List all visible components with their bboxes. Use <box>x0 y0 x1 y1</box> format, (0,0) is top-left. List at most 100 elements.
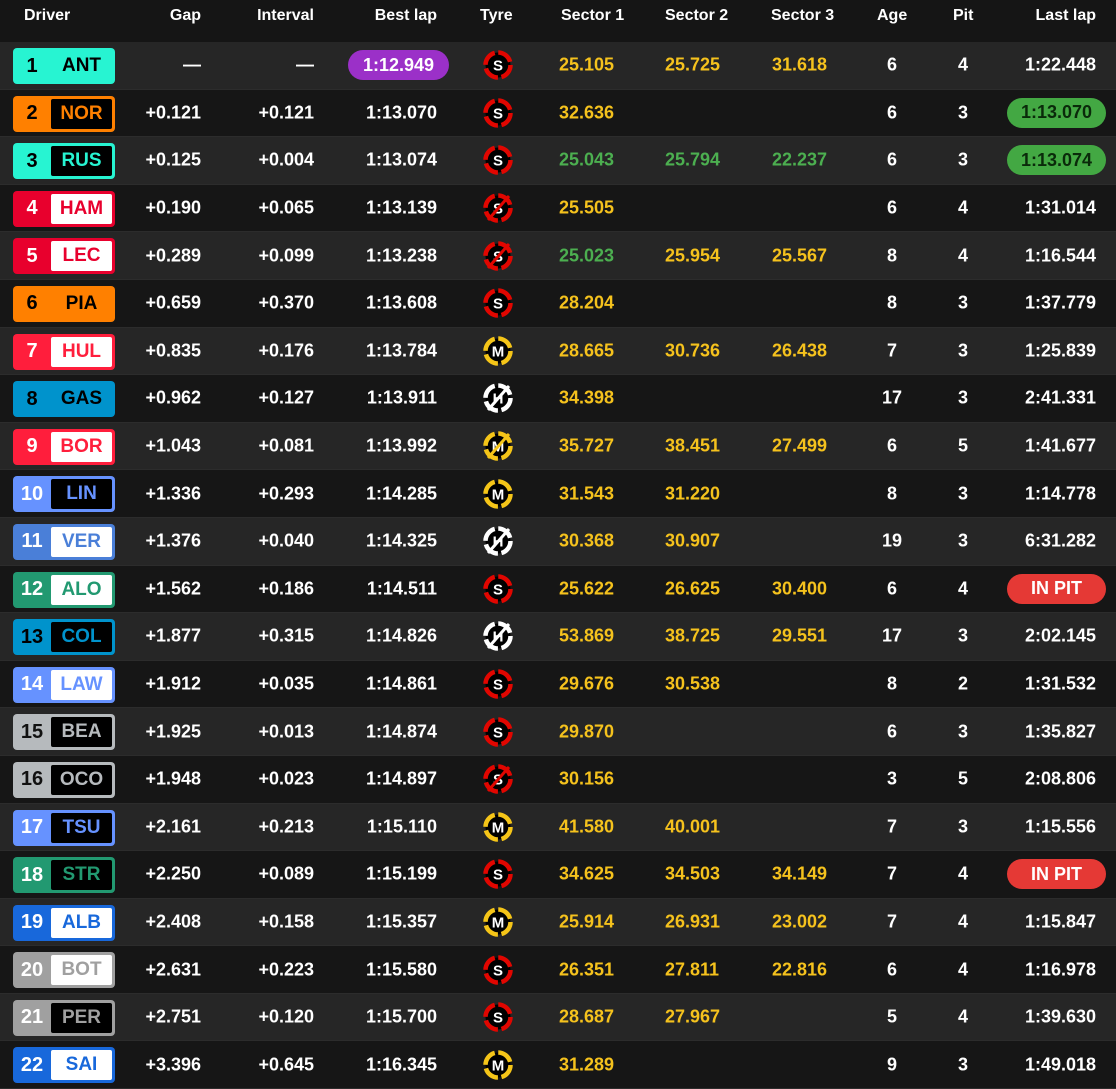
sector1-value: 41.580 <box>559 816 615 837</box>
driver-badge[interactable]: 4 HAM <box>13 190 115 227</box>
sector3-value: 34.149 <box>772 863 828 884</box>
table-row[interactable]: 22 SAI +3.396 +0.645 1:16.345 M 31.289 9 3 1:49.0… <box>0 1041 1116 1089</box>
driver-badge[interactable]: 7 HUL <box>13 333 115 370</box>
driver-badge[interactable]: 15 BEA <box>13 714 115 751</box>
header-interval[interactable]: Interval <box>257 7 314 25</box>
driver-code: VER <box>51 526 112 557</box>
table-row[interactable]: 7 HUL +0.835 +0.176 1:13.784 M 28.665 30.736 26.… <box>0 327 1116 376</box>
driver-badge[interactable]: 20 BOT <box>13 952 115 989</box>
driver-badge[interactable]: 16 OCO <box>13 761 115 798</box>
table-row[interactable]: 4 HAM +0.190 +0.065 1:13.139 S 25.505 6 4 1:31.01… <box>0 184 1116 233</box>
sector2-value: 34.503 <box>665 863 721 884</box>
last-lap-value: 1:31.532 <box>1024 673 1096 694</box>
header-sector1[interactable]: Sector 1 <box>561 7 624 25</box>
table-row[interactable]: 6 PIA +0.659 +0.370 1:13.608 S 28.204 8 3 1:37.77… <box>0 279 1116 328</box>
pit-count-value: 3 <box>957 816 968 837</box>
medium-tyre-icon: M <box>483 1050 513 1080</box>
driver-code: TSU <box>51 812 112 843</box>
interval-value: +0.120 <box>258 1006 314 1027</box>
driver-badge[interactable]: 9 BOR <box>13 428 115 465</box>
table-row[interactable]: 1 ANT — — 1:12.949 S 25.105 25.725 31.618 6 4 1:22.… <box>0 42 1116 90</box>
driver-badge[interactable]: 14 LAW <box>13 666 115 703</box>
table-row[interactable]: 16 OCO +1.948 +0.023 1:14.897 S 30.156 3 5 2:08.8… <box>0 755 1116 804</box>
header-driver[interactable]: Driver <box>24 7 70 25</box>
driver-badge[interactable]: 5 LEC <box>13 238 115 275</box>
hard-tyre-icon: H <box>483 621 513 652</box>
sector1-value: 28.665 <box>559 340 615 361</box>
driver-badge[interactable]: 17 TSU <box>13 809 115 846</box>
last-lap-value: 1:39.630 <box>1024 1006 1096 1027</box>
driver-badge[interactable]: 12 ALO <box>13 571 115 608</box>
position-number: 5 <box>26 244 38 267</box>
table-row[interactable]: 17 TSU +2.161 +0.213 1:15.110 M 41.580 40.001 7 3… <box>0 803 1116 852</box>
interval-value: +0.213 <box>258 816 314 837</box>
driver-badge[interactable]: 6 PIA <box>13 285 115 322</box>
header-pit[interactable]: Pit <box>953 7 973 25</box>
last-lap-value: 2:02.145 <box>1024 625 1096 646</box>
driver-badge[interactable]: 3 RUS <box>13 143 115 180</box>
last-lap-value: 1:25.839 <box>1024 340 1096 361</box>
header-last-lap[interactable]: Last lap <box>1036 7 1096 25</box>
header-sector2[interactable]: Sector 2 <box>665 7 728 25</box>
driver-badge[interactable]: 18 STR <box>13 857 115 894</box>
driver-badge[interactable]: 19 ALB <box>13 904 115 941</box>
header-age[interactable]: Age <box>877 7 907 25</box>
table-row[interactable]: 18 STR +2.250 +0.089 1:15.199 S 34.625 34.503 34… <box>0 851 1116 899</box>
tyre-age-value: 19 <box>881 530 903 551</box>
table-row[interactable]: 3 RUS +0.125 +0.004 1:13.074 S 25.043 25.794 22.… <box>0 137 1116 185</box>
tyre-age-value: 17 <box>881 387 903 408</box>
driver-badge[interactable]: 1 ANT <box>13 48 115 84</box>
position-number: 22 <box>20 1053 44 1076</box>
driver-badge[interactable]: 21 PER <box>13 999 115 1036</box>
pit-count-value: 5 <box>957 768 968 789</box>
gap-value: +1.043 <box>145 435 201 456</box>
driver-badge[interactable]: 8 GAS <box>13 381 115 418</box>
table-row[interactable]: 14 LAW +1.912 +0.035 1:14.861 S 29.676 30.538 8 2… <box>0 660 1116 709</box>
header-tyre[interactable]: Tyre <box>480 7 513 25</box>
driver-badge[interactable]: 13 COL <box>13 619 115 656</box>
driver-code: ANT <box>51 51 112 81</box>
header-sector3[interactable]: Sector 3 <box>771 7 834 25</box>
table-row[interactable]: 2 NOR +0.121 +0.121 1:13.070 S 32.636 6 3 1:13.07… <box>0 89 1116 138</box>
table-row[interactable]: 19 ALB +2.408 +0.158 1:15.357 M 25.914 26.931 23… <box>0 898 1116 947</box>
best-lap-value: 1:13.070 <box>365 102 437 123</box>
driver-code: GAS <box>51 384 112 415</box>
pit-count-value: 3 <box>957 530 968 551</box>
svg-text:M: M <box>492 343 505 360</box>
driver-code: LAW <box>51 669 112 700</box>
best-lap-value: 1:13.139 <box>365 197 437 218</box>
driver-badge[interactable]: 22 SAI <box>13 1047 115 1084</box>
sector2-value: 27.967 <box>665 1006 721 1027</box>
header-best-lap[interactable]: Best lap <box>375 7 437 25</box>
table-row[interactable]: 10 LIN +1.336 +0.293 1:14.285 M 31.543 31.220 8 3… <box>0 470 1116 518</box>
sector1-value: 25.505 <box>559 197 615 218</box>
gap-value: +2.751 <box>145 1006 201 1027</box>
table-row[interactable]: 15 BEA +1.925 +0.013 1:14.874 S 29.870 6 3 1:35.8… <box>0 708 1116 756</box>
driver-badge[interactable]: 2 NOR <box>13 95 115 132</box>
medium-tyre-icon: M <box>483 431 513 461</box>
soft-tyre-icon: S <box>483 288 513 319</box>
table-row[interactable]: 9 BOR +1.043 +0.081 1:13.992 M 35.727 38.451 27.… <box>0 422 1116 471</box>
gap-value: +0.835 <box>145 340 201 361</box>
header-gap[interactable]: Gap <box>170 7 201 25</box>
table-row[interactable]: 20 BOT +2.631 +0.223 1:15.580 S 26.351 27.811 22… <box>0 946 1116 994</box>
table-row[interactable]: 13 COL +1.877 +0.315 1:14.826 H 53.869 38.725 29… <box>0 613 1116 661</box>
best-lap-value: 1:14.874 <box>365 721 437 742</box>
sector2-value: 30.538 <box>665 673 721 694</box>
table-row[interactable]: 21 PER +2.751 +0.120 1:15.700 S 28.687 27.967 5 4… <box>0 993 1116 1042</box>
pit-count-value: 3 <box>957 721 968 742</box>
sector1-value: 34.625 <box>559 863 615 884</box>
driver-code: BOR <box>51 431 112 462</box>
driver-badge[interactable]: 10 LIN <box>13 476 115 513</box>
driver-badge[interactable]: 11 VER <box>13 523 115 560</box>
hard-tyre-icon: H <box>483 383 513 414</box>
table-row[interactable]: 12 ALO +1.562 +0.186 1:14.511 S 25.622 26.625 30… <box>0 565 1116 614</box>
best-lap-value: 1:13.911 <box>366 387 437 408</box>
sector1-value: 30.368 <box>559 530 615 551</box>
table-row[interactable]: 8 GAS +0.962 +0.127 1:13.911 H 34.398 17 3 2:41.3… <box>0 375 1116 423</box>
table-row[interactable]: 5 LEC +0.289 +0.099 1:13.238 S 25.023 25.954 25.… <box>0 232 1116 280</box>
table-row[interactable]: 11 VER +1.376 +0.040 1:14.325 H 30.368 30.907 19… <box>0 517 1116 566</box>
soft-tyre-icon: S <box>483 98 513 128</box>
interval-value: +0.127 <box>258 387 314 408</box>
last-lap-value: 1:13.074 <box>1020 149 1093 170</box>
